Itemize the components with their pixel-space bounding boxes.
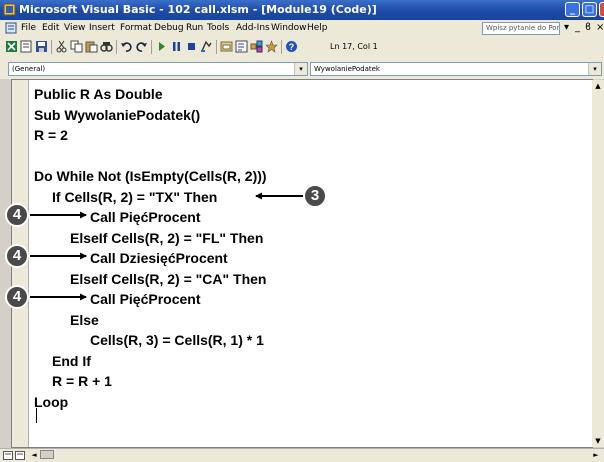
procedure-combo-value: WywolaniePodatek: [314, 65, 380, 73]
code-line[interactable]: Call DziesięćProcent: [90, 250, 228, 267]
cut-icon[interactable]: [55, 40, 68, 53]
code-line[interactable]: End If: [52, 353, 91, 370]
cursor-position: Ln 17, Col 1: [330, 42, 378, 51]
menu-insert[interactable]: Insert: [89, 23, 115, 34]
view-toggle-icon[interactable]: [3, 451, 25, 460]
vbe-window: Microsoft Visual Basic - 102 call.xlsm -…: [0, 0, 604, 462]
standard-toolbar: ?: [0, 37, 604, 58]
help-search-dropdown[interactable]: ▾: [564, 21, 569, 35]
code-line[interactable]: Public R As Double: [34, 86, 163, 103]
code-line[interactable]: Do While Not (IsEmpty(Cells(R, 2))): [34, 168, 267, 185]
menu-view[interactable]: View: [64, 23, 85, 34]
copy-icon[interactable]: [70, 40, 83, 53]
toolbar-separator: [216, 40, 217, 54]
menu-edit[interactable]: Edit: [42, 23, 59, 34]
title-bar[interactable]: Microsoft Visual Basic - 102 call.xlsm -…: [0, 0, 604, 20]
code-minimize-button[interactable]: _: [575, 21, 580, 35]
code-line[interactable]: Cells(R, 3) = Cells(R, 1) * 1: [90, 332, 264, 349]
code-close-button[interactable]: ×: [596, 21, 604, 35]
window-maximize-button[interactable]: □: [582, 2, 597, 17]
callout-badge-call: 4: [5, 203, 29, 227]
reset-icon[interactable]: [185, 40, 198, 53]
svg-text:?: ?: [289, 42, 295, 52]
callout-badge-call: 4: [5, 285, 29, 309]
find-icon[interactable]: [100, 40, 113, 53]
project-explorer-icon[interactable]: [220, 40, 233, 53]
vba-app-icon: [3, 3, 16, 16]
break-icon[interactable]: [170, 40, 183, 53]
horizontal-scroll-thumb[interactable]: [40, 450, 54, 459]
callout-badge-if: 3: [303, 184, 327, 208]
horizontal-scrollbar[interactable]: ◄ ►: [0, 448, 604, 462]
redo-icon[interactable]: [135, 40, 148, 53]
code-line[interactable]: Call PięćProcent: [90, 209, 201, 226]
paste-icon[interactable]: [85, 40, 98, 53]
object-combo[interactable]: (General) ▾: [8, 62, 308, 76]
menu-file[interactable]: File: [21, 23, 36, 34]
toolbox-icon[interactable]: [265, 40, 278, 53]
menu-tools[interactable]: Tools: [207, 23, 229, 34]
code-line[interactable]: Loop: [34, 394, 68, 411]
properties-icon[interactable]: [235, 40, 248, 53]
object-combo-value: (General): [12, 65, 46, 73]
run-icon[interactable]: [155, 40, 168, 53]
toolbar-separator: [281, 40, 282, 54]
scroll-right-icon[interactable]: ►: [590, 449, 602, 461]
code-restore-button[interactable]: ϐ: [585, 21, 591, 35]
code-line[interactable]: R = 2: [34, 127, 68, 144]
scroll-left-icon[interactable]: ◄: [28, 449, 40, 461]
chevron-down-icon[interactable]: ▾: [294, 63, 307, 75]
text-cursor: [36, 408, 37, 423]
code-line[interactable]: R = R + 1: [52, 373, 112, 390]
window-close-button[interactable]: [599, 2, 604, 17]
menu-format[interactable]: Format: [120, 23, 152, 34]
scroll-up-icon[interactable]: ▲: [592, 80, 604, 92]
code-line[interactable]: Sub WywolaniePodatek(): [34, 107, 200, 124]
toolbar-separator: [116, 40, 117, 54]
undo-icon[interactable]: [120, 40, 133, 53]
code-line[interactable]: ElseIf Cells(R, 2) = "CA" Then: [70, 271, 267, 288]
chevron-down-icon[interactable]: ▾: [588, 63, 601, 75]
view-excel-icon[interactable]: [5, 40, 18, 53]
procedure-combo[interactable]: WywolaniePodatek ▾: [310, 62, 602, 76]
help-search-input[interactable]: Wpisz pytanie do Pomocy: [482, 22, 560, 35]
menu-debug[interactable]: Debug: [154, 23, 184, 34]
code-line[interactable]: Call PięćProcent: [90, 291, 201, 308]
vertical-scrollbar[interactable]: ▲ ▼: [592, 80, 604, 447]
code-line[interactable]: Else: [70, 312, 99, 329]
design-mode-icon[interactable]: [200, 40, 213, 53]
insert-module-icon[interactable]: [20, 40, 33, 53]
window-title: Microsoft Visual Basic - 102 call.xlsm -…: [19, 3, 377, 16]
save-icon[interactable]: [35, 40, 48, 53]
menu-add-ins[interactable]: Add-Ins: [236, 23, 270, 34]
window-minimize-button[interactable]: _: [565, 2, 580, 17]
code-line[interactable]: If Cells(R, 2) = "TX" Then: [52, 189, 217, 206]
object-browser-icon[interactable]: [250, 40, 263, 53]
toolbar-separator: [151, 40, 152, 54]
menu-help[interactable]: Help: [307, 23, 328, 34]
toolbar-separator: [51, 40, 52, 54]
callout-badge-call: 4: [5, 244, 29, 268]
menu-run[interactable]: Run: [186, 23, 203, 34]
menu-window[interactable]: Window: [271, 23, 307, 34]
module-icon[interactable]: [5, 22, 17, 34]
help-icon[interactable]: ?: [285, 40, 298, 53]
code-line[interactable]: ElseIf Cells(R, 2) = "FL" Then: [70, 230, 263, 247]
scroll-down-icon[interactable]: ▼: [592, 435, 604, 447]
